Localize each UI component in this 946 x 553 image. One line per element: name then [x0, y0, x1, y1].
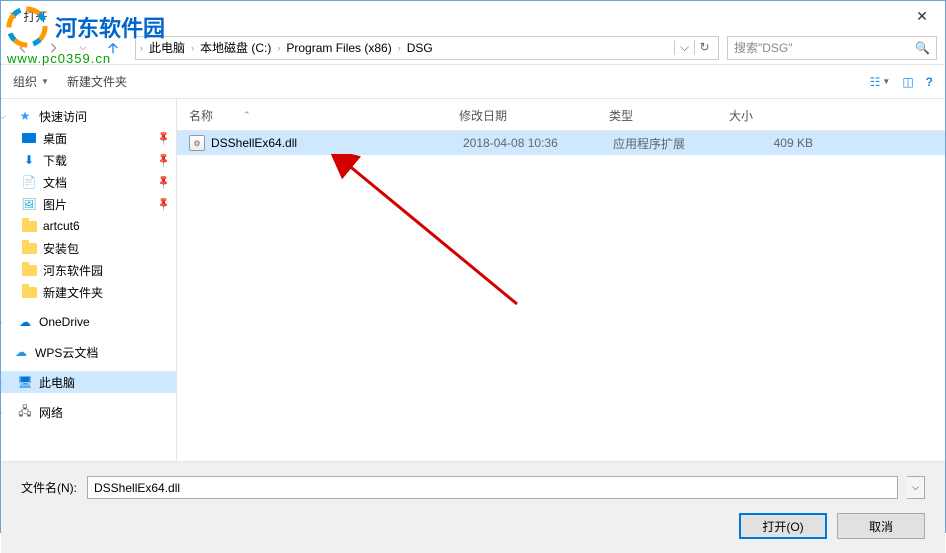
new-folder-button[interactable]: 新建文件夹: [67, 73, 127, 90]
sidebar-item-network[interactable]: ›🖧网络: [1, 401, 176, 423]
pin-icon: 📌: [155, 130, 172, 147]
folder-icon: [21, 218, 37, 234]
chevron-right-icon: ›: [191, 43, 194, 53]
file-row[interactable]: ⚙ DSShellEx64.dll 2018-04-08 10:36 应用程序扩…: [177, 131, 945, 155]
column-header-size[interactable]: 大小: [729, 107, 809, 124]
cancel-button[interactable]: 取消: [837, 513, 925, 539]
dll-file-icon: ⚙: [189, 135, 205, 151]
chevron-right-icon: ›: [140, 43, 143, 53]
desktop-icon: [21, 130, 37, 146]
chevron-right-icon: ›: [1, 377, 9, 387]
breadcrumb-item[interactable]: 此电脑: [145, 37, 189, 58]
chevron-down-icon: ▼: [41, 77, 49, 86]
file-type: 应用程序扩展: [613, 135, 733, 152]
breadcrumb-item[interactable]: Program Files (x86): [282, 39, 395, 57]
sidebar: ⌵★快速访问 桌面📌 ⬇下载📌 📄文档📌 🖼图片📌 artcut6 安装包 河东…: [1, 99, 177, 461]
pc-icon: 🖥: [17, 374, 33, 390]
nav-forward-button: [39, 35, 67, 61]
file-date: 2018-04-08 10:36: [463, 136, 613, 150]
bottom-panel: 文件名(N): ⌵ 打开(O) 取消: [1, 461, 945, 553]
sidebar-item-quick-access[interactable]: ⌵★快速访问: [1, 105, 176, 127]
navbar: ⌵ › 此电脑 › 本地磁盘 (C:) › Program Files (x86…: [1, 31, 945, 65]
column-header-type[interactable]: 类型: [609, 107, 729, 124]
breadcrumb-refresh[interactable]: ↻: [694, 40, 714, 55]
pin-icon: 📌: [155, 152, 172, 169]
sidebar-item-pictures[interactable]: 🖼图片📌: [1, 193, 176, 215]
download-icon: ⬇: [21, 152, 37, 168]
sidebar-item-onedrive[interactable]: ›☁OneDrive: [1, 311, 176, 333]
view-options-button[interactable]: ☷ ▼: [870, 75, 891, 89]
folder-icon: [21, 284, 37, 300]
nav-recent-button[interactable]: ⌵: [69, 35, 97, 61]
sidebar-item-downloads[interactable]: ⬇下载📌: [1, 149, 176, 171]
file-name: DSShellEx64.dll: [211, 136, 463, 150]
breadcrumb-item[interactable]: DSG: [403, 39, 437, 57]
sidebar-item-this-pc[interactable]: ›🖥此电脑: [1, 371, 176, 393]
chevron-right-icon: ›: [277, 43, 280, 53]
chevron-right-icon: ›: [398, 43, 401, 53]
document-icon: 📄: [21, 174, 37, 190]
sidebar-item-wps[interactable]: ☁WPS云文档: [1, 341, 176, 363]
open-button[interactable]: 打开(O): [739, 513, 827, 539]
star-icon: ★: [17, 108, 33, 124]
sidebar-item-documents[interactable]: 📄文档📌: [1, 171, 176, 193]
pin-icon: 📌: [155, 196, 172, 213]
folder-icon: [21, 240, 37, 256]
organize-button[interactable]: 组织 ▼: [13, 73, 49, 90]
sort-asc-icon: ⌃: [243, 110, 251, 121]
sidebar-item-folder[interactable]: 河东软件园: [1, 259, 176, 281]
help-icon: ?: [926, 75, 933, 89]
preview-icon: ◫: [902, 75, 913, 89]
breadcrumb-item[interactable]: 本地磁盘 (C:): [196, 37, 275, 58]
titlebar: ✕ 打开 ✕: [1, 1, 945, 31]
sidebar-item-folder[interactable]: 安装包: [1, 237, 176, 259]
search-placeholder: 搜索"DSG": [734, 39, 793, 56]
column-header-name[interactable]: 名称⌃: [189, 107, 459, 124]
breadcrumb[interactable]: › 此电脑 › 本地磁盘 (C:) › Program Files (x86) …: [135, 36, 719, 60]
column-headers: 名称⌃ 修改日期 类型 大小: [177, 99, 945, 131]
cloud-icon: ☁: [17, 314, 33, 330]
help-button[interactable]: ?: [926, 75, 933, 89]
window-title: ✕ 打开: [9, 8, 47, 25]
breadcrumb-dropdown[interactable]: ⌵: [674, 40, 694, 55]
network-icon: 🖧: [17, 404, 33, 420]
folder-icon: [21, 262, 37, 278]
picture-icon: 🖼: [21, 196, 37, 212]
sidebar-item-folder[interactable]: 新建文件夹: [1, 281, 176, 303]
filename-label: 文件名(N):: [21, 479, 77, 496]
nav-up-button[interactable]: [99, 35, 127, 61]
chevron-down-icon: ▼: [882, 77, 890, 86]
sidebar-item-desktop[interactable]: 桌面📌: [1, 127, 176, 149]
annotation-arrow: [327, 154, 527, 314]
preview-pane-button[interactable]: ◫: [902, 75, 913, 89]
close-button[interactable]: ✕: [899, 1, 945, 31]
pin-icon: 📌: [155, 174, 172, 191]
toolbar: 组织 ▼ 新建文件夹 ☷ ▼ ◫ ?: [1, 65, 945, 99]
view-icon: ☷: [870, 75, 881, 89]
filename-dropdown[interactable]: ⌵: [907, 476, 925, 499]
column-header-date[interactable]: 修改日期: [459, 107, 609, 124]
chevron-right-icon: ›: [1, 317, 9, 327]
search-icon[interactable]: 🔍: [915, 41, 930, 55]
file-size: 409 KB: [733, 136, 813, 150]
sidebar-item-folder[interactable]: artcut6: [1, 215, 176, 237]
chevron-down-icon: ⌵: [1, 111, 9, 122]
nav-back-button: [9, 35, 37, 61]
cloud-icon: ☁: [13, 344, 29, 360]
file-list: 名称⌃ 修改日期 类型 大小 ⚙ DSShellEx64.dll 2018-04…: [177, 99, 945, 461]
chevron-right-icon: ›: [1, 407, 9, 417]
search-input[interactable]: 搜索"DSG" 🔍: [727, 36, 937, 60]
filename-input[interactable]: [87, 476, 898, 499]
